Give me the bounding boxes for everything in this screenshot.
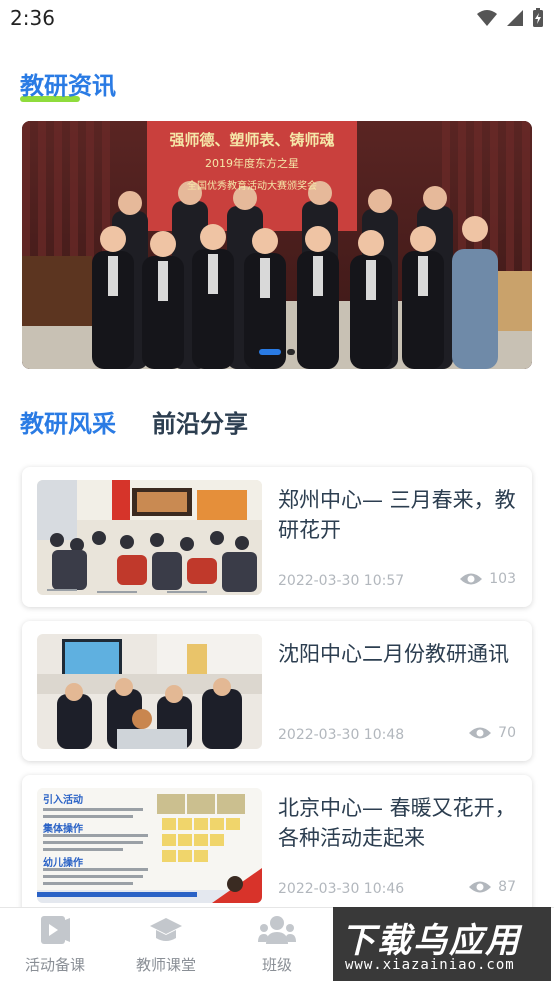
banner-headline: 强师德、塑师表、铸师魂 — [169, 131, 335, 149]
article-thumbnail: 引入活动 集体操作 幼儿操作 — [37, 788, 262, 903]
article-card[interactable]: 沈阳中心二月份教研通讯 2022-03-30 10:48 70 — [22, 621, 532, 761]
article-views: 87 — [468, 879, 516, 895]
book-play-icon — [41, 916, 70, 944]
status-icons — [476, 8, 544, 28]
watermark-text: 下载乌应用 — [341, 921, 521, 961]
wifi-icon — [477, 10, 497, 26]
article-view-count: 70 — [498, 725, 516, 741]
nav-label: 教师课堂 — [135, 956, 196, 974]
nav-label: 活动备课 — [24, 956, 85, 974]
thumb-heading: 引入活动 — [43, 795, 83, 806]
article-card[interactable]: 引入活动 集体操作 幼儿操作 北京中心— 春暖又花开，各种活动走起来 2022-… — [22, 775, 532, 915]
eye-icon — [469, 727, 492, 739]
article-views: 103 — [459, 571, 516, 587]
eye-icon — [460, 573, 483, 585]
watermark-url: www.xiazainiao.com — [345, 957, 515, 973]
banner-carousel[interactable]: 强师德、塑师表、铸师魂 2019年度东方之星 全国优秀教育活动大赛颁奖会 — [22, 121, 532, 369]
nav-item-jiaoshi-ketang[interactable]: 教师课堂 — [111, 914, 221, 975]
article-date: 2022-03-30 10:46 — [278, 881, 405, 897]
article-thumbnail — [37, 480, 262, 595]
article-title: 北京中心— 春暖又花开，各种活动走起来 — [278, 796, 516, 850]
thumb-heading: 幼儿操作 — [43, 858, 83, 869]
article-views: 70 — [468, 725, 516, 741]
eye-icon — [469, 881, 492, 893]
signal-icon — [507, 10, 523, 26]
battery-icon — [533, 8, 543, 27]
article-title: 沈阳中心二月份教研通讯 — [278, 642, 509, 666]
banner-subline-2: 全国优秀教育活动大赛颁奖会 — [187, 181, 317, 192]
nav-item-huodong-beike[interactable]: 活动备课 — [0, 914, 110, 975]
carousel-indicator — [22, 349, 532, 355]
article-thumbnail — [37, 634, 262, 749]
graduation-cap-icon — [150, 918, 182, 941]
nav-item-banji[interactable]: 班级 — [222, 914, 332, 975]
group-icon — [258, 916, 296, 944]
banner-subline: 2019年度东方之星 — [205, 157, 299, 170]
thumb-heading: 集体操作 — [43, 824, 83, 835]
article-view-count: 103 — [489, 571, 516, 587]
status-bar: 2:36 — [0, 0, 554, 38]
tab-bar: 教研风采 前沿分享 — [20, 404, 248, 439]
nav-label: 班级 — [261, 956, 292, 974]
carousel-dot-active[interactable] — [259, 349, 281, 355]
article-date: 2022-03-30 10:48 — [278, 727, 405, 743]
section-title: 教研资讯 — [20, 72, 116, 100]
carousel-dot[interactable] — [287, 349, 295, 355]
article-card[interactable]: 郑州中心— 三月春来，教研花开 2022-03-30 10:57 103 — [22, 467, 532, 607]
watermark: 下载乌应用 www.xiazainiao.com — [333, 907, 551, 981]
article-date: 2022-03-30 10:57 — [278, 573, 405, 589]
article-view-count: 87 — [498, 879, 516, 895]
status-time: 2:36 — [10, 6, 55, 30]
article-title: 郑州中心— 三月春来，教研花开 — [278, 488, 516, 542]
tab-qianyan-fenxiang[interactable]: 前沿分享 — [152, 404, 248, 439]
tab-jiaoyan-fengcai[interactable]: 教研风采 — [20, 404, 116, 439]
